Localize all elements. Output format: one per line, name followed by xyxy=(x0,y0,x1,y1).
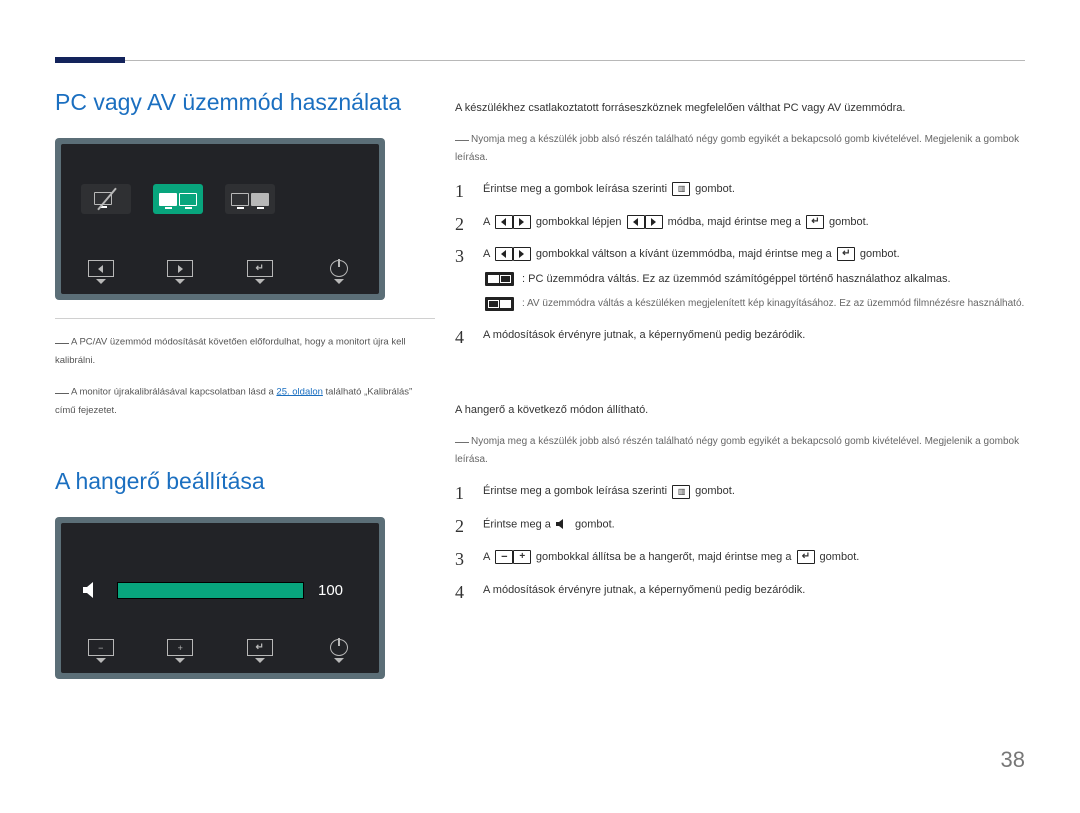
osd-btn-power2 xyxy=(324,639,354,663)
section1-footnote2: ―A monitor újrakalibrálásával kapcsolatb… xyxy=(55,381,435,419)
s1-step4: A módosítások érvényre jutnak, a képerny… xyxy=(455,326,1025,345)
osd-pc-mode-icon xyxy=(153,184,203,214)
s2-step1: Érintse meg a gombok leírása szerinti ▥ … xyxy=(455,482,1025,501)
right-arrow-icon xyxy=(513,215,531,229)
osd-btn-minus: − xyxy=(86,639,116,663)
s2-step4: A módosítások érvényre jutnak, a képerny… xyxy=(455,581,1025,600)
top-divider xyxy=(55,60,1025,61)
left-arrow-icon xyxy=(495,215,513,229)
section1-intro: A készülékhez csatlakoztatott forráseszk… xyxy=(455,100,1025,118)
pc-mode-icon xyxy=(485,272,514,286)
pc-mode-expl: : PC üzemmódra váltás. Ez az üzemmód szá… xyxy=(522,270,951,289)
right-arrow-icon xyxy=(645,215,663,229)
osd-source-mute-icon xyxy=(81,184,131,214)
osd-btn-enter: ↵ xyxy=(245,260,275,284)
osd-screenshot-pcav: ↵ xyxy=(55,138,385,300)
osd-btn-left xyxy=(86,260,116,284)
enter-icon: ↵ xyxy=(837,247,855,261)
calib-link[interactable]: 25. oldalon xyxy=(276,386,322,397)
s1-step3: A gombokkal váltson a kívánt üzemmódba, … xyxy=(455,245,1025,311)
osd-av-mode-icon xyxy=(225,184,275,214)
volume-bar xyxy=(117,582,304,599)
section1-title: PC vagy AV üzemmód használata xyxy=(55,89,435,116)
menu-icon: ▥ xyxy=(672,485,690,499)
s1-step1: Érintse meg a gombok leírása szerinti ▥ … xyxy=(455,180,1025,199)
enter-icon: ↵ xyxy=(806,215,824,229)
section2-title: A hangerő beállítása xyxy=(55,468,435,495)
section1-footnote1: ―A PC/AV üzemmód módosítását követően el… xyxy=(55,331,435,369)
section1-subnote: ―Nyomja meg a készülék jobb alsó részén … xyxy=(455,128,1025,166)
speaker-icon xyxy=(83,581,103,599)
section2-subnote: ―Nyomja meg a készülék jobb alsó részén … xyxy=(455,430,1025,468)
s1-step2: A gombokkal lépjen módba, majd érintse m… xyxy=(455,213,1025,232)
av-mode-icon xyxy=(485,297,514,311)
left-arrow-icon xyxy=(627,215,645,229)
osd-btn-enter2: ↵ xyxy=(245,639,275,663)
speaker-icon-inline xyxy=(556,515,570,534)
av-mode-expl: : AV üzemmódra váltás a készüléken megje… xyxy=(522,295,1024,312)
section1-steps: Érintse meg a gombok leírása szerinti ▥ … xyxy=(455,180,1025,344)
plus-icon: + xyxy=(513,550,531,564)
enter-icon: ↵ xyxy=(797,550,815,564)
left-arrow-icon xyxy=(495,247,513,261)
right-arrow-icon xyxy=(513,247,531,261)
osd-btn-power xyxy=(324,260,354,284)
osd-screenshot-volume: 100 − + ↵ xyxy=(55,517,385,679)
osd-btn-right xyxy=(165,260,195,284)
osd-btn-plus: + xyxy=(165,639,195,663)
section2-steps: Érintse meg a gombok leírása szerinti ▥ … xyxy=(455,482,1025,599)
menu-icon: ▥ xyxy=(672,182,690,196)
s2-step2: Érintse meg a gombot. xyxy=(455,515,1025,534)
minus-icon: − xyxy=(495,550,513,564)
page-number: 38 xyxy=(55,747,1025,773)
s2-step3: A −+ gombokkal állítsa be a hangerőt, ma… xyxy=(455,548,1025,567)
section2-intro: A hangerő a következő módon állítható. xyxy=(455,402,1025,420)
volume-value: 100 xyxy=(318,582,343,599)
